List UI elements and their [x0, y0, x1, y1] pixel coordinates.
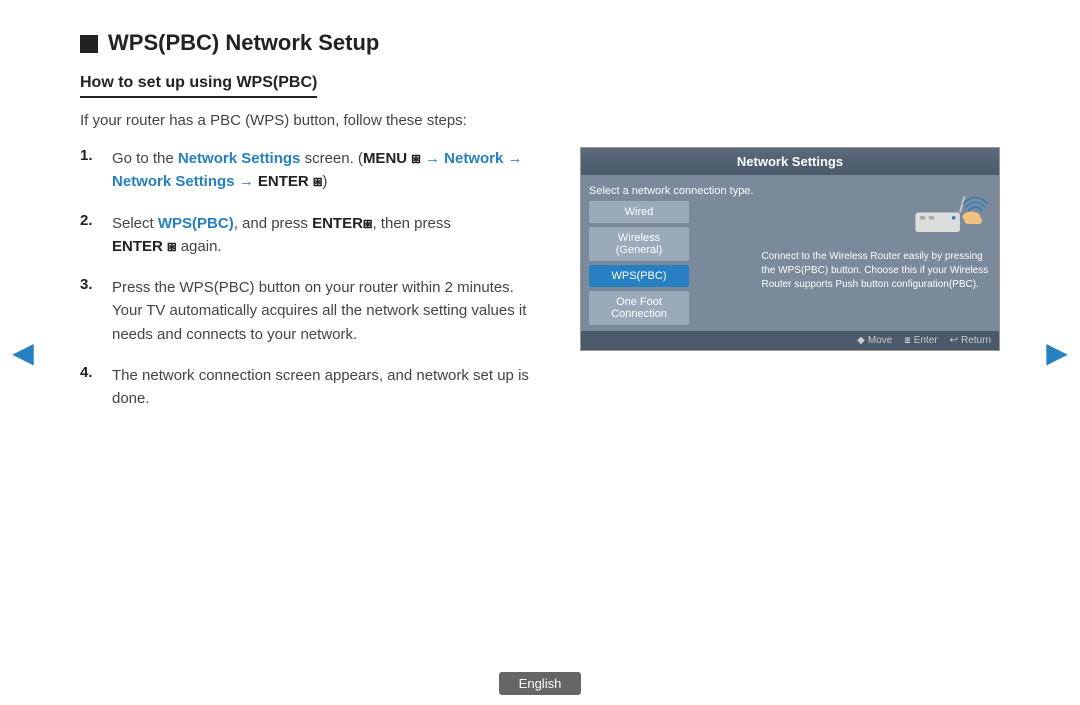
ns-description: Connect to the Wireless Router easily by… [761, 250, 991, 292]
content-area: 1. Go to the Network Settings screen. (M… [80, 147, 1000, 428]
step-1-network-settings-2: Network Settings [112, 173, 235, 190]
nav-right-arrow[interactable]: ▶ [1042, 328, 1072, 378]
ns-left-col: Select a network connection type. Wired … [589, 185, 753, 325]
ns-buttons: Wired Wireless(General) WPS(PBC) One Foo… [589, 201, 689, 325]
bottom-bar: English [0, 662, 1080, 705]
nav-left-arrow[interactable]: ◀ [8, 328, 38, 378]
ns-btn-one-foot[interactable]: One FootConnection [589, 291, 689, 325]
steps-column: 1. Go to the Network Settings screen. (M… [80, 147, 550, 428]
language-badge: English [499, 672, 582, 695]
step-1-menu-key: MENU ⧆ [363, 150, 421, 167]
step-3-content: Press the WPS(PBC) button on your router… [112, 276, 550, 346]
ns-router-img [761, 185, 991, 240]
ns-btn-wired[interactable]: Wired [589, 201, 689, 223]
step-4-content: The network connection screen appears, a… [112, 364, 550, 411]
step-1-arrow-2: → [508, 150, 523, 167]
page-title-row: WPS(PBC) Network Setup [80, 30, 1000, 56]
step-2-wps-link: WPS(PBC) [158, 215, 234, 232]
step-3-number: 3. [80, 276, 100, 346]
title-square-icon [80, 35, 98, 53]
ns-right: Connect to the Wireless Router easily by… [761, 185, 991, 325]
page-title: WPS(PBC) Network Setup [108, 30, 379, 56]
step-2-enter-2: ENTER ⧆ [112, 238, 177, 255]
router-icon [911, 185, 991, 240]
step-2-number: 2. [80, 212, 100, 259]
ns-footer: ◆ Move ⧆ Enter ↩ Return [581, 331, 999, 350]
step-1-arrow-1: → [425, 150, 444, 167]
step-1-link-network-settings: Network Settings [178, 150, 301, 167]
step-2-content: Select WPS(PBC), and press ENTER⧆, then … [112, 212, 451, 259]
step-1: 1. Go to the Network Settings screen. (M… [80, 147, 550, 194]
step-3: 3. Press the WPS(PBC) button on your rou… [80, 276, 550, 346]
step-2: 2. Select WPS(PBC), and press ENTER⧆, th… [80, 212, 550, 259]
step-4: 4. The network connection screen appears… [80, 364, 550, 411]
step-1-enter-key: ENTER ⧆ [258, 173, 323, 190]
subtitle: How to set up using WPS(PBC) [80, 74, 1000, 112]
ns-select-text: Select a network connection type. [589, 185, 753, 197]
ns-footer-move: ◆ Move [857, 335, 892, 346]
network-settings-screen: Network Settings Select a network connec… [580, 147, 1000, 351]
step-4-number: 4. [80, 364, 100, 411]
intro-text: If your router has a PBC (WPS) button, f… [80, 112, 1000, 129]
page-container: ◀ ▶ WPS(PBC) Network Setup How to set up… [0, 0, 1080, 705]
step-1-network: Network [444, 150, 503, 167]
ns-footer-enter: ⧆ Enter [904, 335, 937, 346]
ns-btn-wireless-general[interactable]: Wireless(General) [589, 227, 689, 261]
ns-btn-wps-pbc[interactable]: WPS(PBC) [589, 265, 689, 287]
ns-footer-return: ↩ Return [950, 335, 991, 346]
ns-titlebar: Network Settings [581, 148, 999, 175]
step-2-enter-1: ENTER⧆ [312, 215, 372, 232]
ns-body: Select a network connection type. Wired … [581, 175, 999, 331]
step-1-number: 1. [80, 147, 100, 194]
step-1-arrow-3: → [239, 173, 258, 190]
step-1-content: Go to the Network Settings screen. (MENU… [112, 147, 550, 194]
